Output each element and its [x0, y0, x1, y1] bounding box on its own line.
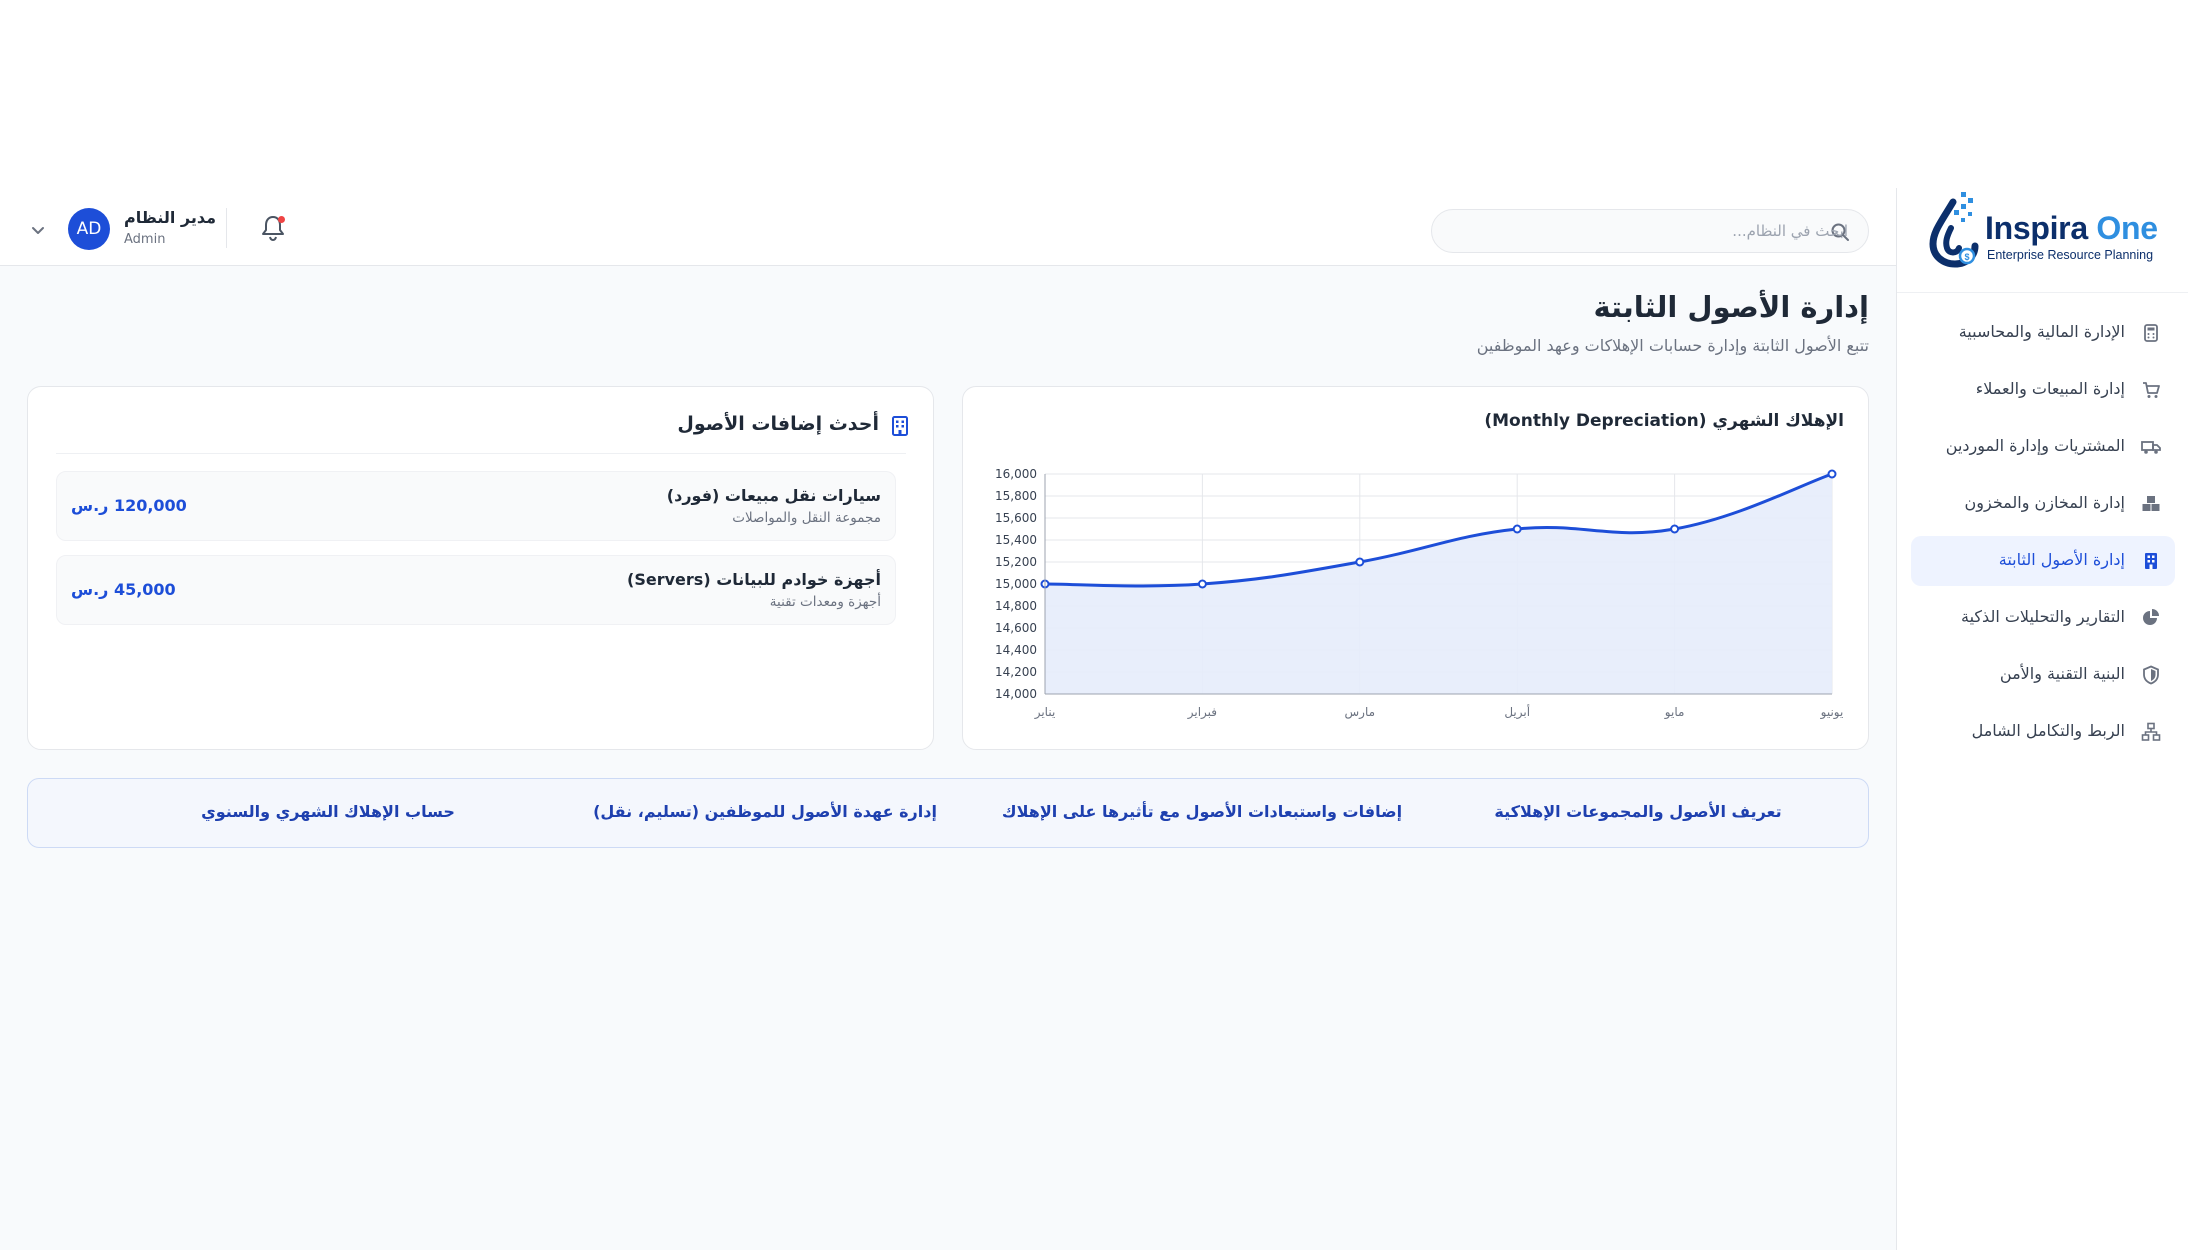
y-tick-label: 16,000 [995, 467, 1037, 481]
y-tick-label: 15,200 [995, 555, 1037, 569]
svg-text:$: $ [1964, 252, 1969, 262]
y-tick-label: 14,000 [995, 687, 1037, 701]
building-icon [2145, 553, 2157, 569]
sidebar-item-integration[interactable]: الربط والتكامل الشامل [1911, 707, 2175, 757]
depreciation-chart: 16,000 15,800 15,600 15,400 15,200 15,000 14,8… [995, 467, 1844, 720]
sidebar-item-fixed-assets[interactable]: إدارة الأصول الثابتة [1911, 536, 2175, 586]
y-tick-label: 15,000 [995, 577, 1037, 591]
brand-tagline: Enterprise Resource Planning [1987, 248, 2154, 262]
pie-chart-icon [2143, 609, 2159, 625]
y-tick-label: 15,800 [995, 489, 1037, 503]
sidebar-item-label: إدارة المخازن والمخزون [1964, 493, 2125, 512]
link-employee-custody[interactable]: إدارة عهدة الأصول للموظفين (تسليم، نقل) [555, 802, 975, 821]
page-subtitle: تتبع الأصول الثابتة وإدارة حسابات الإهلا… [1476, 336, 1869, 355]
x-tick-label: أبريل [1504, 704, 1530, 720]
avatar: AD [68, 208, 110, 250]
x-tick-label: فبراير [1187, 705, 1217, 720]
page-title: إدارة الأصول الثابتة [1593, 290, 1869, 324]
x-tick-label: مايو [1664, 705, 1685, 720]
sidebar-item-label: البنية التقنية والأمن [1999, 664, 2125, 683]
notifications-button[interactable] [260, 214, 288, 244]
truck-icon [2141, 441, 2161, 454]
user-role: Admin [124, 232, 166, 247]
user-name: مدير النظام [124, 208, 217, 227]
network-icon [2141, 722, 2161, 741]
list-item[interactable]: سيارات نقل مبيعات (فورد) مجموعة النقل وا… [56, 471, 896, 541]
recent-assets-card: أحدث إضافات الأصول سيارات نقل مبيعات (فو… [27, 386, 934, 750]
asset-value: 120,000 ر.س [71, 496, 187, 515]
y-tick-label: 14,200 [995, 665, 1037, 679]
asset-value: 45,000 ر.س [71, 580, 176, 599]
notification-dot [278, 216, 285, 223]
sidebar-item-label: إدارة المبيعات والعملاء [1975, 379, 2125, 398]
sidebar-item-label: المشتريات وإدارة الموردين [1945, 436, 2125, 455]
sidebar-item-security[interactable]: البنية التقنية والأمن [1911, 650, 2175, 700]
cart-icon [2143, 382, 2160, 398]
boxes-icon [2142, 496, 2160, 511]
y-tick-label: 15,400 [995, 533, 1037, 547]
y-tick-label: 15,600 [995, 511, 1037, 525]
top-blank-area [0, 0, 2188, 188]
data-point [1827, 469, 1837, 479]
list-item[interactable]: أجهزة خوادم للبيانات (Servers) أجهزة ومع… [56, 555, 896, 625]
data-point [1670, 524, 1680, 534]
asset-category: أجهزة ومعدات تقنية [769, 594, 881, 610]
depreciation-chart-card: الإهلاك الشهري (Monthly Depreciation) 16… [962, 386, 1869, 750]
x-tick-label: يناير [1034, 705, 1056, 720]
y-tick-label: 14,600 [995, 621, 1037, 635]
header-divider [226, 208, 227, 248]
shield-icon [2143, 665, 2159, 685]
sidebar-item-inventory[interactable]: إدارة المخازن والمخزون [1911, 479, 2175, 529]
y-tick-label: 14,800 [995, 599, 1037, 613]
sidebar: $ Inspira One Enterprise Resource Planni… [1896, 188, 2188, 1250]
recent-assets-title: أحدث إضافات الأصول [677, 413, 879, 435]
y-tick-label: 14,400 [995, 643, 1037, 657]
search-box [1431, 209, 1869, 253]
link-define-assets[interactable]: تعريف الأصول والمجموعات الإهلاكية [1428, 802, 1848, 821]
sidebar-item-label: الربط والتكامل الشامل [1971, 721, 2125, 740]
quick-links-bar: تعريف الأصول والمجموعات الإهلاكية إضافات… [27, 778, 1869, 848]
sidebar-divider [1897, 292, 2188, 293]
asset-name: أجهزة خوادم للبيانات (Servers) [627, 570, 881, 589]
logo-drop-icon: $ [1929, 192, 1979, 268]
link-depreciation-calc[interactable]: حساب الإهلاك الشهري والسنوي [118, 802, 538, 821]
x-tick-label: مارس [1345, 705, 1376, 720]
sidebar-item-reports[interactable]: التقارير والتحليلات الذكية [1911, 593, 2175, 643]
sidebar-item-finance[interactable]: الإدارة المالية والمحاسبية [1911, 308, 2175, 358]
data-point [1355, 557, 1365, 567]
asset-name: سيارات نقل مبيعات (فورد) [666, 486, 881, 505]
sidebar-item-label: التقارير والتحليلات الذكية [1961, 607, 2125, 626]
sidebar-item-label: الإدارة المالية والمحاسبية [1958, 322, 2125, 341]
building-icon [892, 416, 908, 436]
sidebar-item-sales[interactable]: إدارة المبيعات والعملاء [1911, 365, 2175, 415]
data-point [1197, 579, 1207, 589]
chevron-down-icon[interactable] [30, 222, 46, 238]
calculator-icon [2144, 324, 2158, 342]
brand-logo[interactable]: $ Inspira One Enterprise Resource Planni… [1927, 188, 2167, 288]
brand-name: Inspira One [1985, 210, 2158, 246]
asset-category: مجموعة النقل والمواصلات [732, 510, 881, 526]
top-header: AD مدير النظام Admin [0, 188, 1896, 266]
main-content: إدارة الأصول الثابتة تتبع الأصول الثابتة… [0, 266, 1896, 1250]
card-divider [56, 453, 906, 454]
search-input[interactable] [1488, 216, 1848, 246]
data-point [1512, 524, 1522, 534]
sidebar-item-purchasing[interactable]: المشتريات وإدارة الموردين [1911, 422, 2175, 472]
user-menu[interactable]: AD مدير النظام Admin [30, 208, 216, 252]
x-tick-label: يونيو [1820, 705, 1844, 720]
link-additions-disposals[interactable]: إضافات واستبعادات الأصول مع تأثيرها على … [992, 802, 1412, 821]
sidebar-item-label: إدارة الأصول الثابتة [1998, 550, 2125, 569]
